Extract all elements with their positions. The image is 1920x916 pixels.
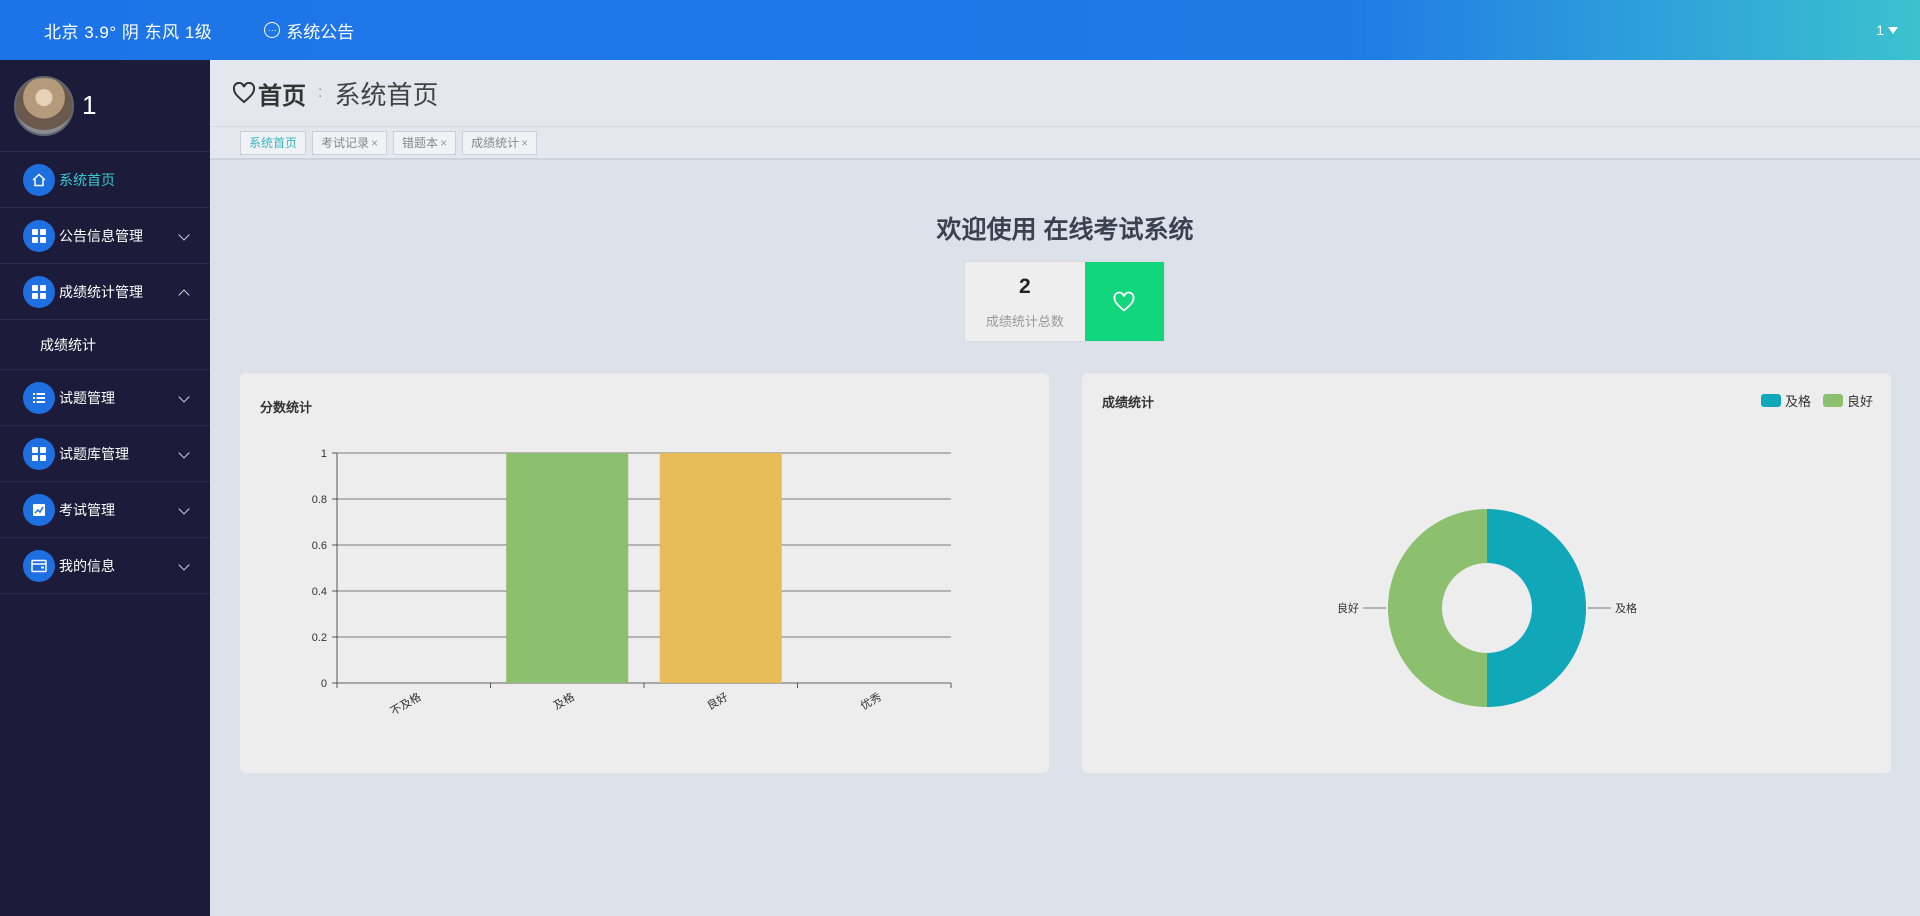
tab-exam-records[interactable]: 考试记录 × <box>312 130 388 155</box>
tabs-bar: 系统首页 考试记录 × 错题本 × 成绩统计 × <box>210 126 1920 160</box>
pie-slice <box>1487 509 1586 707</box>
close-icon[interactable]: × <box>440 136 447 150</box>
heart-icon <box>232 82 256 104</box>
tab-label: 成绩统计 <box>471 136 520 150</box>
sidebar-item-home[interactable]: 系统首页 <box>0 152 210 208</box>
heart-icon <box>1113 291 1135 312</box>
breadcrumb-home-label: 首页 <box>258 82 306 110</box>
tab-score-stats[interactable]: 成绩统计 × <box>462 130 538 155</box>
legend-label: 及格 <box>1784 394 1811 409</box>
breadcrumb-home[interactable]: 首页 <box>232 76 306 111</box>
sidebar-item-label: 系统首页 <box>59 171 115 188</box>
welcome-title: 欢迎使用 在线考试系统 <box>936 216 1194 244</box>
tab-wrong-questions[interactable]: 错题本 × <box>393 130 457 155</box>
chevron-up-icon <box>178 289 190 301</box>
bar-chart: 0 0.2 0.4 0.6 0.8 1 不及格 及格 良好 优秀 <box>312 448 952 718</box>
y-tick-label: 0.8 <box>312 494 327 506</box>
wallet-icon <box>23 549 55 582</box>
stat-card-body: 2 成绩统计总数 <box>965 262 1085 341</box>
grid-icon <box>23 219 55 252</box>
grid-icon <box>23 437 55 470</box>
sidebar-item-score-stats-management[interactable]: 成绩统计管理 <box>0 264 210 320</box>
sidebar-item-exam-management[interactable]: 考试管理 <box>0 482 210 538</box>
close-icon[interactable]: × <box>521 136 528 150</box>
system-notice-link[interactable]: ··· 系统公告 <box>264 18 354 43</box>
x-tick-label: 及格 <box>551 689 577 712</box>
user-menu-dropdown[interactable]: 1 <box>1876 22 1898 38</box>
avatar <box>14 75 74 136</box>
chevron-down-icon <box>178 503 190 515</box>
chevron-down-icon <box>178 391 190 403</box>
sidebar-item-label: 我的信息 <box>59 557 115 574</box>
sidebar-item-label: 成绩统计管理 <box>59 283 143 300</box>
bar <box>659 453 782 683</box>
bar <box>506 453 629 683</box>
y-tick-label: 1 <box>321 448 327 460</box>
sidebar-subitem-label: 成绩统计 <box>40 336 96 353</box>
stat-label: 成绩统计总数 <box>985 314 1064 329</box>
stat-card-icon-box <box>1084 262 1164 341</box>
y-tick-label: 0.2 <box>312 632 327 644</box>
bar-chart-title: 分数统计 <box>260 400 313 415</box>
sidebar-item-question-bank-management[interactable]: 试题库管理 <box>0 426 210 482</box>
tab-label: 系统首页 <box>249 136 298 150</box>
tab-home[interactable]: 系统首页 <box>240 130 307 155</box>
sidebar-item-label: 试题管理 <box>59 389 115 406</box>
score-bar-chart-panel: 分数统计 0 0.2 0.4 0.6 0.8 1 不及格 及格 良好 优秀 <box>240 373 1049 773</box>
x-tick-label: 良好 <box>704 689 730 712</box>
weather-info: 北京 3.9° 阴 东风 1级 <box>44 22 213 42</box>
sidebar-username: 1 <box>82 90 97 120</box>
tab-label: 考试记录 <box>321 136 370 150</box>
sidebar-item-label: 试题库管理 <box>59 445 129 462</box>
sidebar-item-label: 考试管理 <box>59 501 115 518</box>
user-profile: 1 <box>0 60 210 152</box>
y-tick-label: 0.4 <box>312 586 327 598</box>
chevron-down-icon <box>178 229 190 241</box>
score-pie-chart-panel: 成绩统计 及格 良好 及格 良好 <box>1082 373 1891 773</box>
legend-swatch <box>1822 394 1843 407</box>
chevron-down-icon <box>178 559 190 571</box>
chart-icon <box>23 493 55 526</box>
top-bar: 北京 3.9° 阴 东风 1级 ··· 系统公告 1 <box>0 0 1920 60</box>
y-tick-label: 0.6 <box>312 540 327 552</box>
stat-card: 2 成绩统计总数 <box>964 261 1165 342</box>
legend-item[interactable]: 良好 <box>1822 391 1873 410</box>
message-icon: ··· <box>264 22 281 38</box>
legend-label: 良好 <box>1846 394 1873 409</box>
pie-chart-title: 成绩统计 <box>1102 395 1155 410</box>
sidebar-item-notice-management[interactable]: 公告信息管理 <box>0 208 210 264</box>
system-notice-label: 系统公告 <box>286 22 355 42</box>
y-tick-label: 0 <box>321 678 327 690</box>
pie-chart-legend: 及格 良好 <box>1749 391 1873 410</box>
caret-down-icon <box>1888 26 1898 34</box>
pie-label: 良好 <box>1337 601 1359 615</box>
grid-icon <box>23 275 55 308</box>
legend-swatch <box>1760 394 1781 407</box>
sidebar: 1 系统首页 公告信息管理 成绩统计管理 成绩统计 试题管理 试题库管理 考试管… <box>0 60 210 916</box>
page-title: 系统首页 <box>334 79 439 110</box>
x-tick-label: 优秀 <box>858 690 884 712</box>
pie-slice <box>1388 509 1487 707</box>
sidebar-item-my-info[interactable]: 我的信息 <box>0 538 210 594</box>
pie-chart: 及格 良好 <box>1337 509 1637 707</box>
sidebar-item-question-management[interactable]: 试题管理 <box>0 370 210 426</box>
home-icon <box>23 163 55 196</box>
page-header: 首页 : 系统首页 <box>210 60 1920 126</box>
chevron-down-icon <box>178 447 190 459</box>
sidebar-subitem-score-stats[interactable]: 成绩统计 <box>0 320 210 370</box>
legend-item[interactable]: 及格 <box>1760 391 1811 410</box>
list-icon <box>23 381 55 414</box>
stat-value: 2 <box>1019 275 1031 298</box>
sidebar-item-label: 公告信息管理 <box>59 227 143 244</box>
tab-label: 错题本 <box>402 136 439 150</box>
close-icon[interactable]: × <box>371 136 378 150</box>
user-menu-name: 1 <box>1876 22 1884 38</box>
pie-label: 及格 <box>1615 601 1637 615</box>
breadcrumb-separator: : <box>318 84 323 101</box>
x-tick-label: 不及格 <box>388 689 424 718</box>
